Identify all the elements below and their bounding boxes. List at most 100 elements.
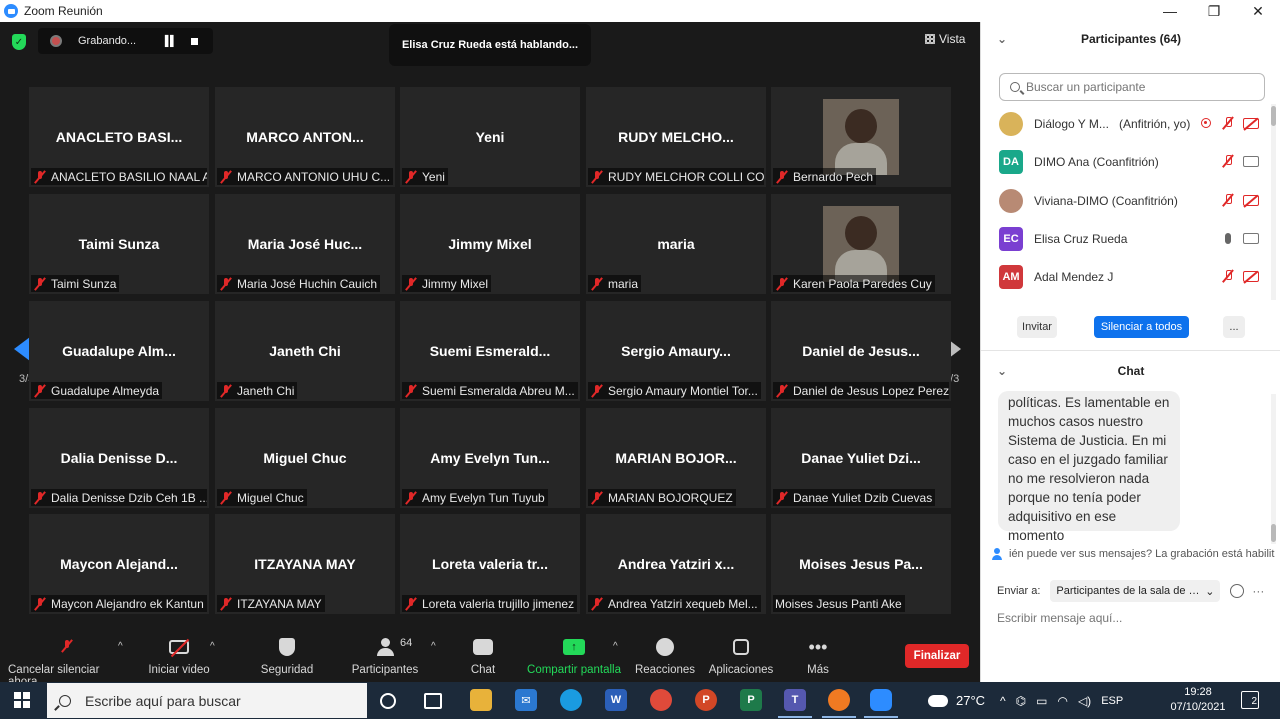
taskbar-search[interactable]: Escribe aquí para buscar xyxy=(47,683,367,718)
publisher-icon[interactable]: P xyxy=(740,689,762,711)
tray-expand-icon[interactable]: ^ xyxy=(1000,694,1006,708)
task-view-icon[interactable] xyxy=(424,693,442,709)
participant-video-tile[interactable]: Suemi Esmerald... Suemi Esmeralda Abreu M… xyxy=(400,301,580,401)
zoom-taskbar-icon[interactable] xyxy=(870,689,892,711)
word-icon[interactable]: W xyxy=(605,689,627,711)
start-video-button[interactable]: Iniciar video xyxy=(146,636,212,676)
chat-scrollbar[interactable] xyxy=(1271,394,1276,544)
participant-video-tile[interactable]: Miguel Chuc Miguel Chuc xyxy=(215,408,395,508)
participant-video-tile[interactable]: ANACLETO BASI... ANACLETO BASILIO NAAL AC xyxy=(29,87,209,187)
audio-options-caret-icon[interactable]: ^ xyxy=(118,641,123,652)
battery-icon[interactable]: ▭ xyxy=(1036,694,1047,708)
participant-video-tile[interactable]: Andrea Yatziri x... Andrea Yatziri xequeb… xyxy=(586,514,766,614)
chat-message-input[interactable] xyxy=(997,608,1267,628)
participant-name-tag: Guadalupe Almeyda xyxy=(31,382,163,399)
emoji-icon[interactable] xyxy=(1230,584,1245,598)
window-titlebar: Zoom Reunión — ❐ ✕ xyxy=(0,0,1280,22)
window-title: Zoom Reunión xyxy=(24,4,103,18)
participant-video-tile[interactable]: Maria José Huc... Maria José Huchin Cauic… xyxy=(215,194,395,294)
end-meeting-button[interactable]: Finalizar xyxy=(905,644,969,668)
participant-video-tile[interactable]: Danae Yuliet Dzi... Danae Yuliet Dzib Cue… xyxy=(771,408,951,508)
participant-row[interactable]: Diálogo Y M... (Anfitrión, yo) xyxy=(981,106,1271,142)
close-button[interactable]: ✕ xyxy=(1236,0,1280,22)
participant-video-tile[interactable]: Daniel de Jesus... Daniel de Jesus Lopez … xyxy=(771,301,951,401)
share-options-caret-icon[interactable]: ^ xyxy=(613,641,618,652)
participant-row[interactable]: Viviana-DIMO (Coanfitrión) xyxy=(981,183,1271,219)
participant-video-tile[interactable]: Sergio Amaury... Sergio Amaury Montiel To… xyxy=(586,301,766,401)
notifications-icon[interactable]: 2 xyxy=(1241,691,1259,709)
participant-video-tile[interactable]: Dalia Denisse D... Dalia Denisse Dzib Ceh… xyxy=(29,408,209,508)
apps-button[interactable]: Aplicaciones xyxy=(708,636,774,676)
stop-recording-button[interactable] xyxy=(184,31,204,51)
chat-visibility-notice[interactable]: ién puede ver sus mensajes? La grabación… xyxy=(991,548,1276,560)
unmute-button[interactable]: Cancelar silenciar ahora xyxy=(8,636,126,688)
taskbar-clock[interactable]: 19:28 07/10/2021 xyxy=(1170,685,1226,715)
mic-on-icon xyxy=(1225,233,1231,244)
file-explorer-icon[interactable] xyxy=(470,689,492,711)
participant-row[interactable]: EC Elisa Cruz Rueda xyxy=(981,221,1271,257)
windows-start-icon[interactable] xyxy=(14,692,30,708)
participant-video-tile[interactable]: MARCO ANTON... MARCO ANTONIO UHU C... xyxy=(215,87,395,187)
language-indicator[interactable]: ESP xyxy=(1101,695,1123,707)
participant-video-tile[interactable]: Amy Evelyn Tun... Amy Evelyn Tun Tuyub xyxy=(400,408,580,508)
participant-video-tile[interactable]: RUDY MELCHO... RUDY MELCHOR COLLI CO... xyxy=(586,87,766,187)
powerpoint-icon[interactable]: P xyxy=(695,689,717,711)
participant-video-tile[interactable]: Karen Paola Paredes Cuy xyxy=(771,194,951,294)
participants-more-button[interactable]: ... xyxy=(1223,316,1245,338)
obs-icon[interactable] xyxy=(828,689,850,711)
invite-button[interactable]: Invitar xyxy=(1017,316,1057,338)
participant-video-tile[interactable]: Guadalupe Alm... Guadalupe Almeyda xyxy=(29,301,209,401)
participant-list-scrollbar[interactable] xyxy=(1271,104,1276,300)
network-icon[interactable]: ⌬ xyxy=(1016,694,1026,708)
maximize-button[interactable]: ❐ xyxy=(1192,0,1236,22)
participant-video-tile[interactable]: MARIAN BOJOR... MARIAN BOJORQUEZ xyxy=(586,408,766,508)
weather-widget[interactable]: 27°C xyxy=(928,682,985,719)
cortana-icon[interactable] xyxy=(380,693,396,709)
minimize-button[interactable]: — xyxy=(1148,0,1192,22)
participant-display-name: MARIAN BOJOR... xyxy=(615,450,737,466)
volume-icon[interactable]: ◁) xyxy=(1078,694,1091,708)
participant-video-tile[interactable]: Moises Jesus Pa... Moises Jesus Panti Ake xyxy=(771,514,951,614)
wifi-icon[interactable]: ◠ xyxy=(1057,694,1067,708)
teams-icon[interactable]: T xyxy=(784,689,806,711)
chrome-icon[interactable] xyxy=(650,689,672,711)
participant-video-tile[interactable]: Janeth Chi Janeth Chi xyxy=(215,301,395,401)
participants-options-caret-icon[interactable]: ^ xyxy=(431,641,436,652)
share-screen-button[interactable]: ↑ Compartir pantalla xyxy=(527,636,621,676)
participant-name-tag: Moises Jesus Panti Ake xyxy=(773,595,905,612)
collapse-chat-chevron-icon[interactable]: ⌄ xyxy=(997,364,1007,378)
mic-muted-icon xyxy=(590,384,604,398)
participant-name: Andrea Yatziri xequeb Mel... xyxy=(608,596,758,611)
send-to-dropdown[interactable]: Participantes de la sala de es... ⌄ xyxy=(1050,580,1221,602)
participant-video-tile[interactable]: Yeni Yeni xyxy=(400,87,580,187)
chat-more-icon[interactable]: ··· xyxy=(1252,584,1264,598)
participant-video-tile[interactable]: ITZAYANA MAY ITZAYANA MAY xyxy=(215,514,395,614)
participant-name: Elisa Cruz Rueda xyxy=(1034,232,1128,246)
participant-video-tile[interactable]: Taimi Sunza Taimi Sunza xyxy=(29,194,209,294)
view-button[interactable]: Vista xyxy=(925,32,965,46)
chat-button[interactable]: Chat xyxy=(466,636,500,676)
participant-name: Daniel de Jesus Lopez Perez xyxy=(793,383,949,398)
reactions-button[interactable]: Reacciones xyxy=(635,636,695,676)
more-button[interactable]: ••• Más xyxy=(806,636,830,677)
participant-video-tile[interactable]: Jimmy Mixel Jimmy Mixel xyxy=(400,194,580,294)
encryption-shield-icon[interactable]: ✓ xyxy=(12,34,26,50)
participant-video-tile[interactable]: Maycon Alejand... Maycon Alejandro ek Kan… xyxy=(29,514,209,614)
participant-video-tile[interactable]: maria maria xyxy=(586,194,766,294)
participant-row[interactable]: DA DIMO Ana (Coanfitrión) xyxy=(981,144,1271,180)
participant-row[interactable]: AM Adal Mendez J xyxy=(981,259,1271,295)
mail-icon[interactable]: ✉ xyxy=(515,689,537,711)
video-options-caret-icon[interactable]: ^ xyxy=(210,641,215,652)
pause-recording-button[interactable]: ▌▌ xyxy=(160,31,180,51)
mute-all-button[interactable]: Silenciar a todos xyxy=(1094,316,1189,338)
zoom-active-indicator xyxy=(864,716,898,718)
security-button[interactable]: Seguridad xyxy=(260,636,314,676)
participant-name-tag: Daniel de Jesus Lopez Perez xyxy=(773,382,949,399)
participant-search-input[interactable] xyxy=(1026,80,1256,94)
collapse-participants-chevron-icon[interactable]: ⌄ xyxy=(997,32,1007,46)
participant-video-tile[interactable]: Bernardo Pech xyxy=(771,87,951,187)
participant-display-name: Sergio Amaury... xyxy=(621,343,731,359)
participant-video-tile[interactable]: Loreta valeria tr... Loreta valeria truji… xyxy=(400,514,580,614)
edge-icon[interactable] xyxy=(560,689,582,711)
participant-search[interactable] xyxy=(999,73,1265,101)
